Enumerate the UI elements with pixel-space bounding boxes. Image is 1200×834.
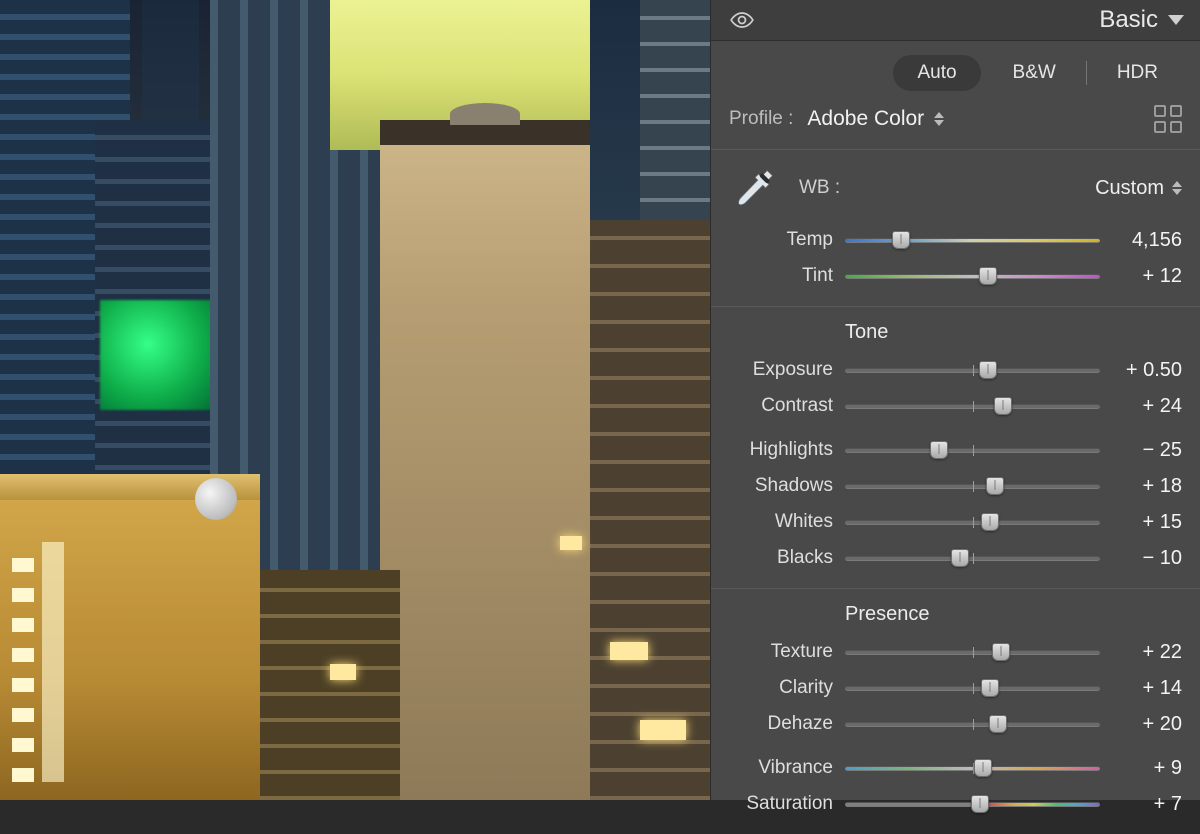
preview-toggle-icon[interactable] (729, 7, 755, 33)
panel-title-toggle[interactable]: Basic (1099, 6, 1184, 34)
wb-mode-dropdown[interactable]: Custom (1095, 177, 1182, 200)
contrast-slider[interactable] (845, 395, 1100, 417)
tint-label: Tint (729, 265, 833, 287)
shadows-label: Shadows (729, 475, 833, 497)
blacks-slider[interactable] (845, 547, 1100, 569)
blacks-label: Blacks (729, 547, 833, 569)
whites-value[interactable]: + 15 (1112, 511, 1182, 534)
vibrance-label: Vibrance (729, 757, 833, 779)
photo-preview[interactable] (0, 0, 710, 800)
auto-button[interactable]: Auto (893, 55, 980, 91)
whites-label: Whites (729, 511, 833, 533)
bw-button[interactable]: B&W (989, 55, 1080, 91)
collapse-icon (1168, 15, 1184, 25)
vibrance-value[interactable]: + 9 (1112, 757, 1182, 780)
tone-heading: Tone (845, 321, 1182, 344)
profile-dropdown[interactable]: Adobe Color (807, 107, 944, 131)
temp-row: Temp 4,156 (729, 224, 1182, 256)
dehaze-label: Dehaze (729, 713, 833, 735)
clarity-value[interactable]: + 14 (1112, 677, 1182, 700)
wb-section: WB : Custom Temp 4,156 Tint + 12 (711, 149, 1200, 306)
dehaze-slider[interactable] (845, 713, 1100, 735)
presence-heading: Presence (845, 603, 1182, 626)
profile-browser-icon[interactable] (1154, 105, 1182, 133)
exposure-label: Exposure (729, 359, 833, 381)
panel-header: Basic (711, 0, 1200, 41)
clarity-slider[interactable] (845, 677, 1100, 699)
profile-row: Profile : Adobe Color (711, 105, 1200, 149)
tone-section: Tone Exposure + 0.50 Contrast + 24 Highl… (711, 306, 1200, 588)
stepper-icon (934, 112, 944, 126)
dehaze-value[interactable]: + 20 (1112, 713, 1182, 736)
shadows-slider[interactable] (845, 475, 1100, 497)
divider (1086, 61, 1087, 85)
saturation-value[interactable]: + 7 (1112, 793, 1182, 816)
contrast-label: Contrast (729, 395, 833, 417)
highlights-value[interactable]: − 25 (1112, 439, 1182, 462)
highlights-label: Highlights (729, 439, 833, 461)
basic-panel: Basic Auto B&W HDR Profile : Adobe Color (710, 0, 1200, 800)
panel-title-label: Basic (1099, 6, 1158, 34)
tint-row: Tint + 12 (729, 260, 1182, 292)
tint-value[interactable]: + 12 (1112, 265, 1182, 288)
hdr-button[interactable]: HDR (1093, 55, 1182, 91)
shadows-value[interactable]: + 18 (1112, 475, 1182, 498)
texture-slider[interactable] (845, 641, 1100, 663)
texture-value[interactable]: + 22 (1112, 641, 1182, 664)
presence-section: Presence Texture + 22 Clarity + 14 Dehaz… (711, 588, 1200, 834)
vibrance-slider[interactable] (845, 757, 1100, 779)
texture-label: Texture (729, 641, 833, 663)
wb-label: WB : (799, 177, 840, 199)
temp-value[interactable]: 4,156 (1112, 229, 1182, 252)
exposure-slider[interactable] (845, 359, 1100, 381)
profile-label: Profile : (729, 108, 793, 130)
temp-label: Temp (729, 229, 833, 251)
blacks-value[interactable]: − 10 (1112, 547, 1182, 570)
eyedropper-icon[interactable] (729, 162, 781, 214)
exposure-value[interactable]: + 0.50 (1112, 359, 1182, 382)
saturation-label: Saturation (729, 793, 833, 815)
clarity-label: Clarity (729, 677, 833, 699)
stepper-icon (1172, 181, 1182, 195)
highlights-slider[interactable] (845, 439, 1100, 461)
mode-row: Auto B&W HDR (711, 41, 1200, 105)
temp-slider[interactable] (845, 229, 1100, 251)
contrast-value[interactable]: + 24 (1112, 395, 1182, 418)
whites-slider[interactable] (845, 511, 1100, 533)
wb-mode-value: Custom (1095, 177, 1164, 200)
tint-slider[interactable] (845, 265, 1100, 287)
saturation-slider[interactable] (845, 793, 1100, 815)
profile-value: Adobe Color (807, 107, 924, 131)
